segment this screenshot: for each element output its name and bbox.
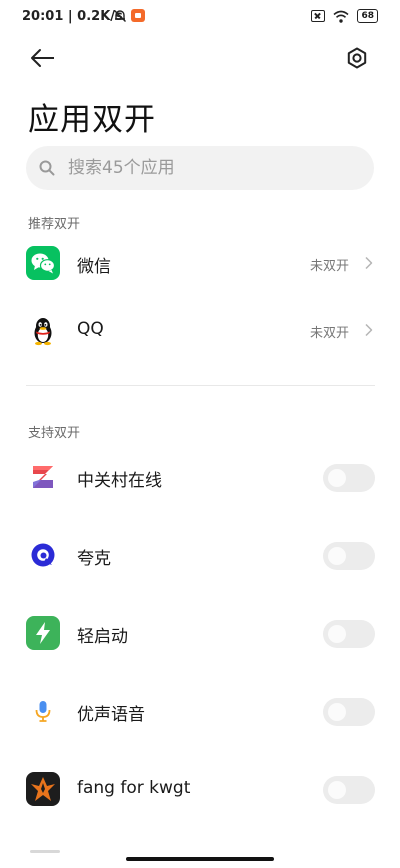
dual-status: 未双开 xyxy=(309,259,349,274)
toggle-knob xyxy=(328,625,346,643)
microphone-icon xyxy=(26,694,60,728)
dual-app-toggle[interactable] xyxy=(323,776,375,804)
dual-app-toggle[interactable] xyxy=(323,620,375,648)
home-indicator[interactable] xyxy=(126,857,274,861)
dual-app-toggle[interactable] xyxy=(323,464,375,492)
search-input[interactable] xyxy=(68,146,358,190)
dual-app-toggle[interactable] xyxy=(323,542,375,570)
zol-icon xyxy=(26,460,60,494)
quark-icon xyxy=(26,538,60,572)
search-bar[interactable] xyxy=(26,146,374,190)
list-item-fang: fang for kwgt xyxy=(0,756,400,822)
app-name: 微信 xyxy=(77,257,111,277)
next-list-item-peek xyxy=(30,850,60,853)
chevron-right-icon xyxy=(365,256,373,270)
gear-icon[interactable] xyxy=(343,44,371,72)
wifi-icon xyxy=(333,10,349,23)
section-divider xyxy=(26,385,375,386)
battery-indicator: 68 xyxy=(357,9,378,23)
list-item-qq[interactable]: QQ 未双开 xyxy=(0,297,400,363)
dual-app-toggle[interactable] xyxy=(323,698,375,726)
list-item-voice: 优声语音 xyxy=(0,678,400,744)
app-name: QQ xyxy=(77,319,104,339)
app-name: 轻启动 xyxy=(77,627,128,647)
lightning-icon xyxy=(26,616,60,650)
page-title: 应用双开 xyxy=(28,102,156,138)
screen-record-icon xyxy=(131,9,145,22)
search-icon xyxy=(39,160,55,176)
status-time-speed: 20:01 | 0.2K/s xyxy=(22,9,123,24)
wechat-icon xyxy=(26,246,60,280)
bell-muted-icon xyxy=(114,10,126,22)
status-bar: 20:01 | 0.2K/s 68 xyxy=(0,0,400,34)
back-arrow-icon[interactable] xyxy=(28,44,58,72)
dual-status: 未双开 xyxy=(309,326,349,341)
section-label-supported: 支持双开 xyxy=(28,426,81,441)
app-name: 中关村在线 xyxy=(77,471,162,491)
list-item-zol: 中关村在线 xyxy=(0,444,400,510)
list-item-light-launch: 轻启动 xyxy=(0,600,400,666)
toggle-knob xyxy=(328,469,346,487)
list-item-wechat[interactable]: 微信 未双开 xyxy=(0,230,400,296)
app-name: fang for kwgt xyxy=(77,778,191,798)
toggle-knob xyxy=(328,547,346,565)
list-item-quark: 夸克 xyxy=(0,522,400,588)
toggle-knob xyxy=(328,781,346,799)
qq-penguin-icon xyxy=(26,313,60,347)
no-sim-icon xyxy=(311,10,326,22)
fang-icon xyxy=(26,772,60,806)
chevron-right-icon xyxy=(365,323,373,337)
app-name: 优声语音 xyxy=(77,705,145,725)
status-right-group: 68 xyxy=(311,9,378,23)
app-name: 夸克 xyxy=(77,549,111,569)
toggle-knob xyxy=(328,703,346,721)
